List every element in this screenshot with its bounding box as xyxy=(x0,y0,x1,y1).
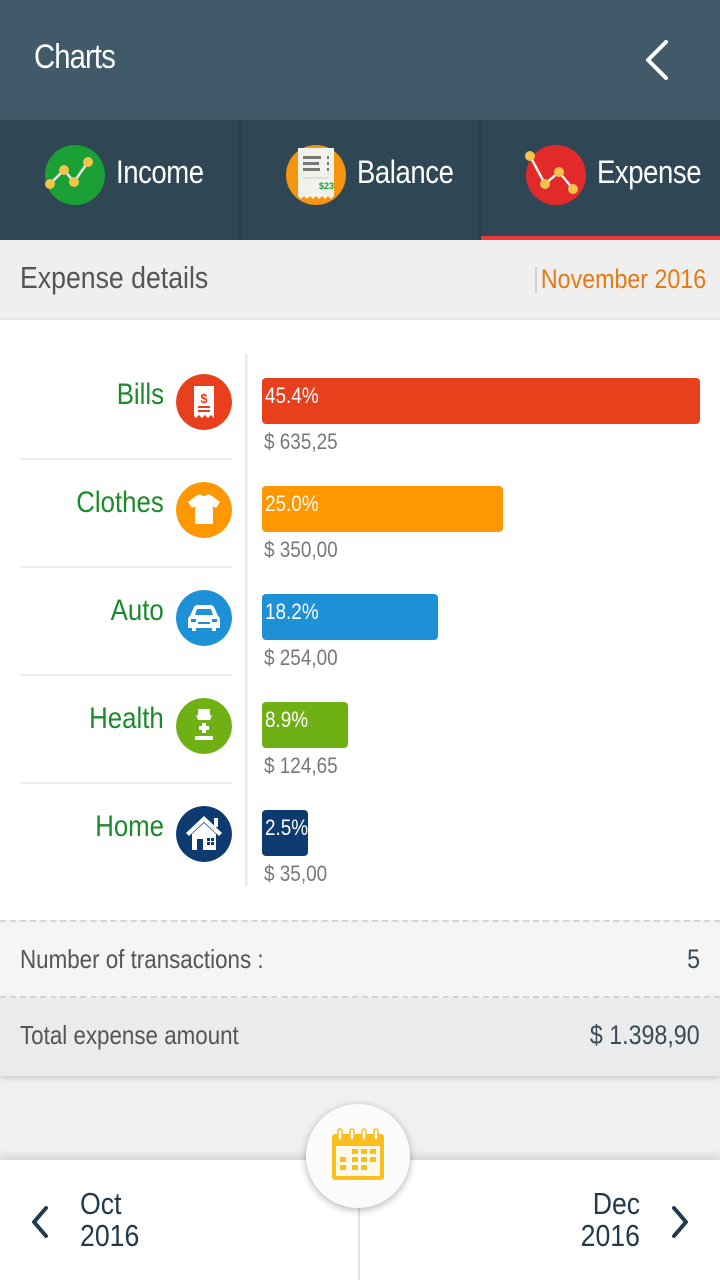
amount-label: $ 254,00 xyxy=(264,645,338,670)
category-label: Home xyxy=(95,810,164,843)
row-divider xyxy=(20,782,232,784)
expense-chart-icon xyxy=(525,145,587,205)
previous-month: Oct xyxy=(80,1186,122,1221)
tab-expense-label: Expense xyxy=(597,154,702,190)
amount-label: $ 124,65 xyxy=(264,753,338,778)
period-label[interactable]: November 2016 xyxy=(541,264,706,295)
receipt-icon: $23 xyxy=(285,145,346,205)
transactions-label: Number of transactions : xyxy=(20,944,264,974)
category-label: Clothes xyxy=(76,486,164,519)
tab-income-label: Income xyxy=(116,154,204,190)
tshirt-icon xyxy=(176,482,232,538)
bar-bills[interactable] xyxy=(262,378,700,424)
expense-details-header: Expense details November 2016 xyxy=(0,240,720,318)
house-icon xyxy=(176,806,232,862)
section-title: Expense details xyxy=(20,260,209,295)
transactions-row: Number of transactions : 5 xyxy=(0,920,720,998)
tab-balance[interactable]: $23 Balance xyxy=(241,120,482,240)
next-month-button[interactable]: Dec 2016 xyxy=(380,1160,720,1280)
category-label: Health xyxy=(89,702,164,735)
tab-income[interactable]: Income xyxy=(0,120,241,240)
total-amount: $ 1.398,90 xyxy=(590,1020,700,1050)
row-divider xyxy=(20,458,232,460)
percent-label: 45.4% xyxy=(265,383,319,408)
row-divider xyxy=(20,566,232,568)
previous-month-button[interactable]: Oct 2016 xyxy=(0,1160,340,1280)
next-year: 2016 xyxy=(580,1218,640,1253)
chart-row-clothes[interactable]: Clothes 25.0% $ 350,00 xyxy=(0,462,720,570)
calendar-icon xyxy=(332,1128,384,1180)
calendar-button[interactable] xyxy=(306,1104,410,1208)
percent-label: 8.9% xyxy=(265,707,309,732)
divider xyxy=(535,267,537,293)
amount-label: $ 35,00 xyxy=(264,861,328,886)
tab-balance-label: Balance xyxy=(356,154,454,190)
tab-expense[interactable]: Expense xyxy=(481,120,720,242)
transactions-count: 5 xyxy=(687,944,700,974)
category-label: Bills xyxy=(116,378,164,411)
app-bar: Charts xyxy=(0,0,720,120)
svg-text:$23: $23 xyxy=(319,181,334,191)
chart-type-tabs: Income $23 Balance Expense xyxy=(0,120,720,242)
percent-label: 25.0% xyxy=(265,491,319,516)
car-icon xyxy=(176,590,232,646)
income-chart-icon xyxy=(45,145,105,205)
svg-text:$: $ xyxy=(200,391,208,406)
total-row: Total expense amount $ 1.398,90 xyxy=(0,998,720,1076)
chevron-right-icon xyxy=(672,1206,688,1238)
chart-row-home[interactable]: Home 2.5% $ 35,00 xyxy=(0,786,720,894)
total-label: Total expense amount xyxy=(20,1020,239,1050)
chevron-left-icon xyxy=(32,1206,48,1238)
chart-row-bills[interactable]: Bills $45.4% $ 635,25 xyxy=(0,354,720,462)
amount-label: $ 350,00 xyxy=(264,537,338,562)
back-button[interactable] xyxy=(640,36,680,84)
page-title: Charts xyxy=(34,38,116,76)
amount-label: $ 635,25 xyxy=(264,429,338,454)
next-month: Dec xyxy=(592,1186,640,1221)
chart-row-health[interactable]: Health 8.9% $ 124,65 xyxy=(0,678,720,786)
previous-year: 2016 xyxy=(80,1218,140,1253)
expense-bar-chart: Bills $45.4% $ 635,25 Clothes 25.0% $ 350,00 A… xyxy=(0,320,720,920)
percent-label: 18.2% xyxy=(265,599,319,624)
chevron-left-icon xyxy=(646,40,668,80)
chart-row-auto[interactable]: Auto 18.2% $ 254,00 xyxy=(0,570,720,678)
category-label: Auto xyxy=(110,594,164,627)
bill-receipt-icon: $ xyxy=(176,374,232,430)
row-divider xyxy=(20,674,232,676)
percent-label: 2.5% xyxy=(265,815,309,840)
medicine-bottle-icon xyxy=(176,698,232,754)
